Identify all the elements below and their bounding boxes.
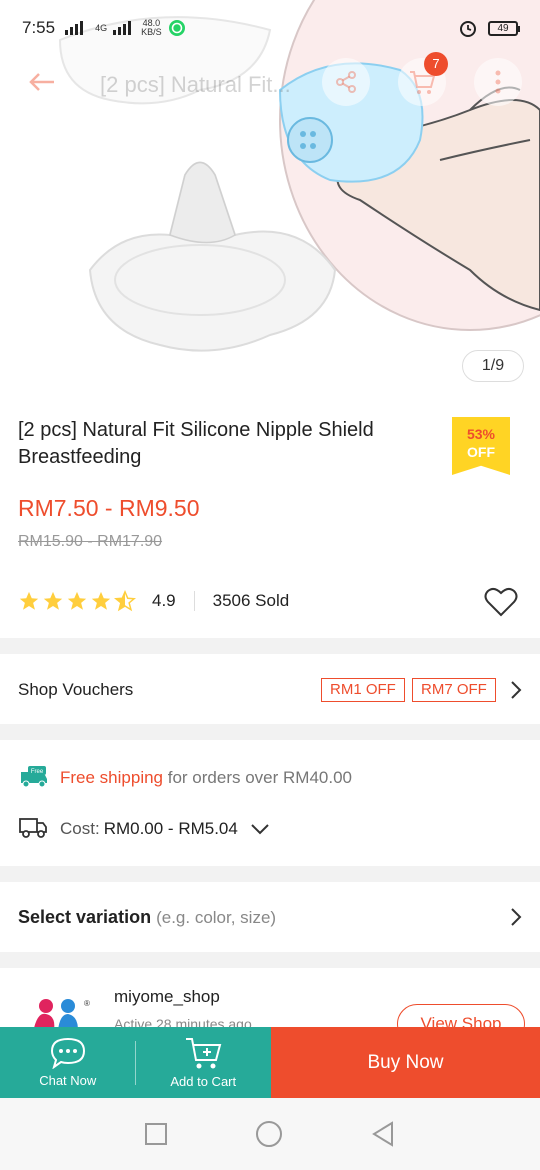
star-icon [43,591,63,610]
voucher-tag[interactable]: RM7 OFF [412,678,496,702]
back-button[interactable] [18,58,66,106]
buy-now-button[interactable]: Buy Now [271,1027,540,1098]
signal-icon [65,21,84,35]
add-to-cart-label: Add to Cart [170,1074,237,1089]
back-icon[interactable] [370,1120,396,1148]
alarm-icon [460,21,476,37]
chat-now-label: Chat Now [39,1073,97,1088]
system-nav-bar [0,1098,540,1170]
product-info: [2 pcs] Natural Fit Silicone Nipple Shie… [0,395,540,638]
variation-label-text: Select variation [18,907,152,927]
shipping-section[interactable]: Free Free shipping for orders over RM40.… [0,740,540,866]
shop-name: miyome_shop [114,987,220,1006]
battery-icon: 49 [488,20,520,36]
action-divider [135,1041,136,1085]
discount-badge: 53% OFF [452,417,510,475]
select-variation-label: Select variation (e.g. color, size) [18,907,276,928]
chevron-down-icon [251,824,269,835]
free-badge-text: Free [31,769,44,775]
add-to-cart-icon [186,1038,222,1069]
product-price: RM7.50 - RM9.50 [18,495,200,521]
shipping-cost-value: RM0.00 - RM5.04 [103,819,238,838]
discount-off-label: OFF [467,444,495,460]
cart-count-badge: 7 [424,52,448,76]
back-arrow-icon [29,73,54,91]
truck-icon [19,818,47,838]
network-type: 4G [95,22,108,33]
free-shipping-condition: for orders over RM40.00 [167,768,352,787]
bottom-action-bar: Chat Now Add to Cart Buy Now [0,1027,540,1098]
free-shipping-text: Free shipping for orders over RM40.00 [60,768,352,788]
view-shop-button[interactable]: View Shop [397,1004,525,1028]
star-icon [91,591,111,610]
share-icon [336,71,356,93]
status-bar: 7:55 4G 48.0 KB/S 49 [0,0,540,56]
free-shipping-label: Free shipping [60,768,164,787]
cart-button[interactable]: 7 [398,52,448,106]
shop-section[interactable]: ® miyome_shop Active 28 minutes ago View… [0,968,540,1028]
star-icon [19,591,39,610]
free-shipping-icon: Free [21,766,47,788]
product-title: [2 pcs] Natural Fit Silicone Nipple Shie… [18,419,374,468]
recents-icon[interactable] [144,1122,168,1146]
svg-text:®: ® [84,999,90,1008]
status-time: 7:55 [22,18,56,37]
star-half-icon [114,590,136,612]
page-title: [2 pcs] Natural Fit... [100,72,291,97]
home-icon[interactable] [255,1120,283,1148]
divider [193,591,195,611]
chat-now-button[interactable]: Chat Now [0,1027,136,1098]
net-speed: 48.0 KB/S [141,19,162,37]
share-button[interactable] [322,58,370,106]
top-bar: [2 pcs] Natural Fit... 7 [0,52,540,116]
chat-icon [50,1037,85,1069]
shipping-cost-label: Cost: [60,819,100,838]
signal-2-icon [113,21,132,35]
rating-value: 4.9 [152,591,176,610]
add-to-cart-button[interactable]: Add to Cart [136,1027,272,1098]
shop-logo: ® [34,999,90,1028]
star-icon [67,591,87,610]
chevron-right-icon [511,908,522,926]
discount-percent: 53% [466,426,496,442]
more-button[interactable] [474,58,522,106]
shop-vouchers-row[interactable]: Shop Vouchers RM1 OFF RM7 OFF [0,654,540,724]
secondary-actions: Chat Now Add to Cart [0,1027,271,1098]
more-vertical-icon [495,70,501,94]
voucher-tag[interactable]: RM1 OFF [321,678,405,702]
like-button[interactable] [484,587,518,622]
sold-count: 3506 Sold [212,591,290,610]
rating-stars [18,590,136,612]
heart-icon [484,587,518,617]
select-variation-row[interactable]: Select variation (e.g. color, size) [0,882,540,952]
shop-vouchers-label: Shop Vouchers [18,680,134,699]
net-speed-unit: KB/S [141,27,162,37]
chevron-right-icon [511,681,522,699]
rating-row: 4.9 3506 Sold [18,590,289,612]
variation-hint: (e.g. color, size) [156,908,277,927]
whatsapp-icon [168,20,185,36]
original-price: RM15.90 - RM17.90 [18,533,163,550]
shipping-cost: Cost: RM0.00 - RM5.04 [60,819,270,839]
image-counter: 1/9 [462,350,524,382]
